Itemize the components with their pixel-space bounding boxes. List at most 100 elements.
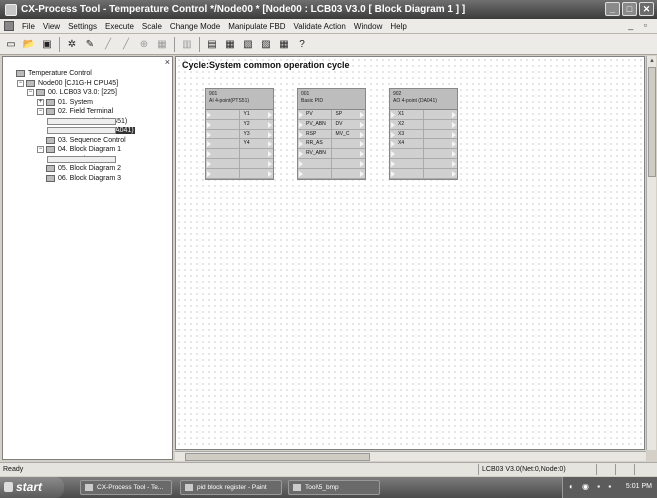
- tree-item[interactable]: 05. Block Diagram 2: [7, 164, 135, 174]
- scroll-up-icon[interactable]: ▲: [647, 56, 657, 66]
- menu-settings[interactable]: Settings: [64, 22, 101, 31]
- minimize-button[interactable]: _: [605, 2, 620, 16]
- tree-item[interactable]: 03. Sequence Control: [7, 136, 135, 146]
- menu-validate-action[interactable]: Validate Action: [290, 22, 350, 31]
- horizontal-scroll-thumb[interactable]: [185, 453, 370, 461]
- menu-scale[interactable]: Scale: [138, 22, 166, 31]
- input-port[interactable]: X2: [390, 119, 424, 129]
- maximize-button[interactable]: □: [622, 2, 637, 16]
- start-button[interactable]: start: [0, 477, 64, 498]
- input-port[interactable]: [298, 158, 332, 168]
- block-diagram-canvas[interactable]: Cycle:System common operation cycle 901 A…: [175, 56, 645, 450]
- line-icon[interactable]: ╱: [100, 36, 116, 52]
- save-icon[interactable]: ▣: [39, 36, 55, 52]
- input-port[interactable]: RV_ABN: [298, 149, 332, 158]
- output-port[interactable]: [424, 110, 457, 119]
- grid-icon[interactable]: ▦: [154, 36, 170, 52]
- horizontal-scrollbar[interactable]: [175, 451, 646, 461]
- output-port[interactable]: Y1: [240, 110, 273, 119]
- pane-close-icon[interactable]: ×: [165, 57, 170, 67]
- menu-file[interactable]: File: [18, 22, 39, 31]
- output-port[interactable]: [332, 169, 365, 178]
- document-icon[interactable]: [4, 21, 14, 31]
- input-port[interactable]: [390, 149, 424, 158]
- settings-icon[interactable]: ✲: [64, 36, 80, 52]
- tree-item[interactable]: Temperature Control: [7, 69, 135, 79]
- block4-icon[interactable]: ▨: [258, 36, 274, 52]
- input-port[interactable]: [206, 139, 240, 149]
- tree-item[interactable]: − Node00 [CJ1G-H CPU45]: [7, 79, 135, 89]
- output-port[interactable]: [240, 149, 273, 158]
- output-port[interactable]: [240, 169, 273, 178]
- menu-help[interactable]: Help: [386, 22, 410, 31]
- vertical-scrollbar[interactable]: ▲: [646, 56, 656, 450]
- mdi-controls[interactable]: _ ▫: [628, 20, 651, 30]
- task-paint[interactable]: pid block register - Paint: [180, 480, 282, 495]
- tree-item[interactable]: 901. AI 4-point(PTS51): [7, 117, 135, 127]
- transfer-icon[interactable]: ▥: [179, 36, 195, 52]
- output-port[interactable]: [424, 130, 457, 139]
- input-port[interactable]: [206, 149, 240, 158]
- vertical-scroll-thumb[interactable]: [648, 67, 656, 177]
- line2-icon[interactable]: ╱: [118, 36, 134, 52]
- output-port[interactable]: [332, 139, 365, 148]
- input-port[interactable]: [390, 168, 424, 178]
- task-folder[interactable]: Tool\5_bmp: [288, 480, 380, 495]
- output-port[interactable]: [424, 139, 457, 148]
- app-icon[interactable]: [5, 3, 17, 16]
- menu-view[interactable]: View: [39, 22, 64, 31]
- tray-icons[interactable]: ◐ ◉ ▪ ▪: [569, 482, 614, 491]
- output-port[interactable]: Y2: [240, 120, 273, 129]
- function-block[interactable]: 001 Basic PID PV SP PV_ABN DV RSP MV_C RR_AS RV_A…: [297, 88, 366, 180]
- input-port[interactable]: [206, 110, 240, 119]
- tree-item[interactable]: 06. Block Diagram 3: [7, 174, 135, 184]
- output-port[interactable]: Y3: [240, 130, 273, 139]
- input-port[interactable]: PV: [298, 110, 332, 119]
- function-block[interactable]: 902 AO 4-point (DA041) X1 X2 X3 X4: [389, 88, 458, 180]
- input-port[interactable]: X1: [390, 110, 424, 119]
- block3-icon[interactable]: ▧: [240, 36, 256, 52]
- output-port[interactable]: Y4: [240, 139, 273, 148]
- output-port[interactable]: DV: [332, 120, 365, 129]
- output-port[interactable]: [424, 149, 457, 158]
- collapse-icon[interactable]: −: [37, 108, 44, 116]
- output-port[interactable]: [424, 169, 457, 178]
- tree-item[interactable]: − 02. Field Terminal: [7, 107, 135, 117]
- input-port[interactable]: RSP: [298, 129, 332, 139]
- output-port[interactable]: [332, 159, 365, 168]
- help-icon[interactable]: ?: [294, 36, 310, 52]
- block1-icon[interactable]: ▤: [204, 36, 220, 52]
- collapse-icon[interactable]: −: [27, 89, 34, 97]
- input-port[interactable]: [206, 158, 240, 168]
- input-port[interactable]: PV_ABN: [298, 119, 332, 129]
- function-block[interactable]: 901 AI 4-point(PTS51) Y1 Y2 Y3 Y4: [205, 88, 274, 180]
- menu-execute[interactable]: Execute: [101, 22, 138, 31]
- open-icon[interactable]: 📂: [21, 36, 37, 52]
- output-port[interactable]: [332, 149, 365, 158]
- input-port[interactable]: [390, 158, 424, 168]
- new-icon[interactable]: ▭: [3, 36, 19, 52]
- tree-item[interactable]: +01. System: [7, 98, 135, 108]
- output-port[interactable]: [424, 120, 457, 129]
- zoom-icon[interactable]: ⊕: [136, 36, 152, 52]
- block2-icon[interactable]: ▦: [222, 36, 238, 52]
- close-button[interactable]: ✕: [639, 2, 654, 16]
- menu-change-mode[interactable]: Change Mode: [166, 22, 224, 31]
- input-port[interactable]: X4: [390, 139, 424, 149]
- tree-item[interactable]: 902. AO 4-point (DA041): [7, 126, 135, 136]
- input-port[interactable]: [298, 168, 332, 178]
- input-port[interactable]: [206, 129, 240, 139]
- output-port[interactable]: SP: [332, 110, 365, 119]
- menu-manipulate-fbd[interactable]: Manipulate FBD: [224, 22, 289, 31]
- input-port[interactable]: [206, 168, 240, 178]
- input-port[interactable]: [206, 119, 240, 129]
- menu-window[interactable]: Window: [350, 22, 386, 31]
- expand-icon[interactable]: +: [37, 98, 44, 106]
- collapse-icon[interactable]: −: [17, 79, 24, 87]
- tree-item[interactable]: − 04. Block Diagram 1: [7, 145, 135, 155]
- output-port[interactable]: [240, 159, 273, 168]
- input-port[interactable]: RR_AS: [298, 139, 332, 149]
- table-icon[interactable]: ▦: [276, 36, 292, 52]
- output-port[interactable]: [424, 159, 457, 168]
- tree-item[interactable]: 001. Basic PID: [7, 155, 135, 165]
